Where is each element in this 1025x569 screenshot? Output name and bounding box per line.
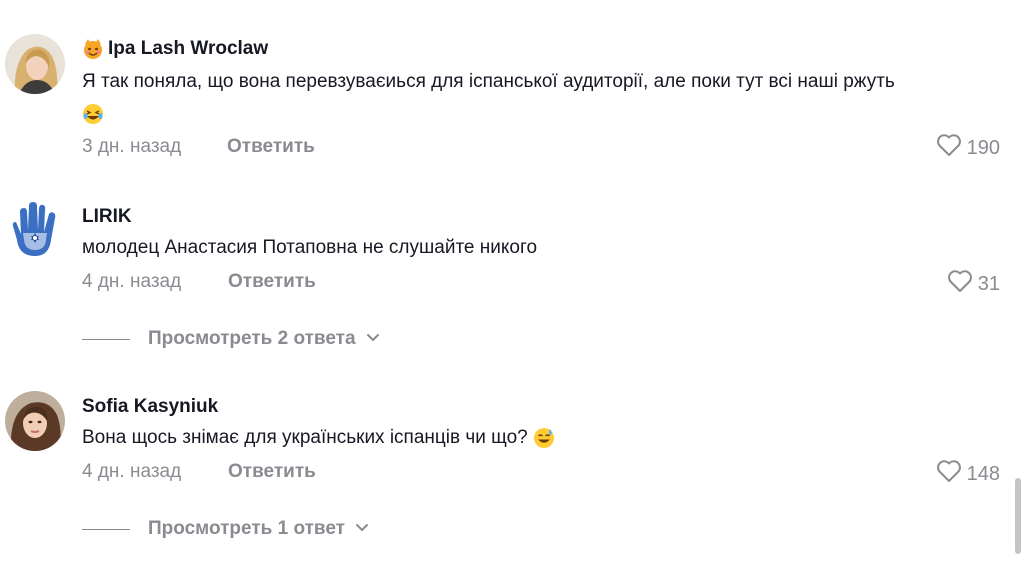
chevron-down-icon bbox=[345, 520, 369, 538]
divider-line bbox=[82, 338, 130, 340]
avatar[interactable] bbox=[5, 200, 65, 260]
heart-icon bbox=[935, 458, 963, 490]
like-button[interactable]: 148 bbox=[935, 458, 1000, 490]
avatar[interactable] bbox=[5, 34, 65, 94]
scrollbar[interactable] bbox=[1015, 478, 1021, 554]
like-button[interactable]: 190 bbox=[935, 132, 1000, 164]
avatar[interactable] bbox=[5, 391, 65, 451]
like-button[interactable]: 31 bbox=[946, 268, 1000, 300]
laughing-emoji bbox=[82, 103, 104, 124]
comment-text: Я так поняла, що вона перевзуваєиься для… bbox=[82, 66, 992, 130]
heart-icon bbox=[935, 132, 963, 164]
divider-line bbox=[82, 528, 130, 530]
like-count: 190 bbox=[966, 136, 1000, 159]
comment-time: 4 дн. назад bbox=[82, 271, 182, 292]
comment-text: молодец Анастасия Потаповна не слушайте … bbox=[82, 237, 538, 258]
comment-time: 3 дн. назад bbox=[82, 136, 182, 157]
view-replies-button[interactable]: Просмотреть 2 ответа bbox=[82, 328, 380, 350]
reply-button[interactable]: Ответить bbox=[228, 461, 316, 483]
username[interactable]: LIRIK bbox=[82, 206, 132, 228]
reply-button[interactable]: Ответить bbox=[227, 136, 315, 158]
cat-emoji bbox=[82, 38, 104, 60]
view-replies-button[interactable]: Просмотреть 1 ответ bbox=[82, 518, 369, 540]
comment-text: Вона щось знімає для українських іспанці… bbox=[82, 422, 992, 454]
like-count: 148 bbox=[966, 462, 1000, 485]
chevron-down-icon bbox=[356, 330, 380, 348]
username-text: Ipa Lash Wroclaw bbox=[108, 38, 269, 59]
username[interactable]: Ipa Lash Wroclaw bbox=[82, 38, 268, 60]
view-replies-label: Просмотреть 2 ответа bbox=[148, 328, 356, 349]
comment-time: 4 дн. назад bbox=[82, 461, 182, 482]
username[interactable]: Sofia Kasyniuk bbox=[82, 396, 218, 418]
view-replies-label: Просмотреть 1 ответ bbox=[148, 518, 345, 539]
reply-button[interactable]: Ответить bbox=[228, 271, 316, 293]
heart-icon bbox=[946, 268, 974, 300]
like-count: 31 bbox=[977, 272, 1000, 295]
sweat-smile-emoji bbox=[533, 427, 555, 448]
